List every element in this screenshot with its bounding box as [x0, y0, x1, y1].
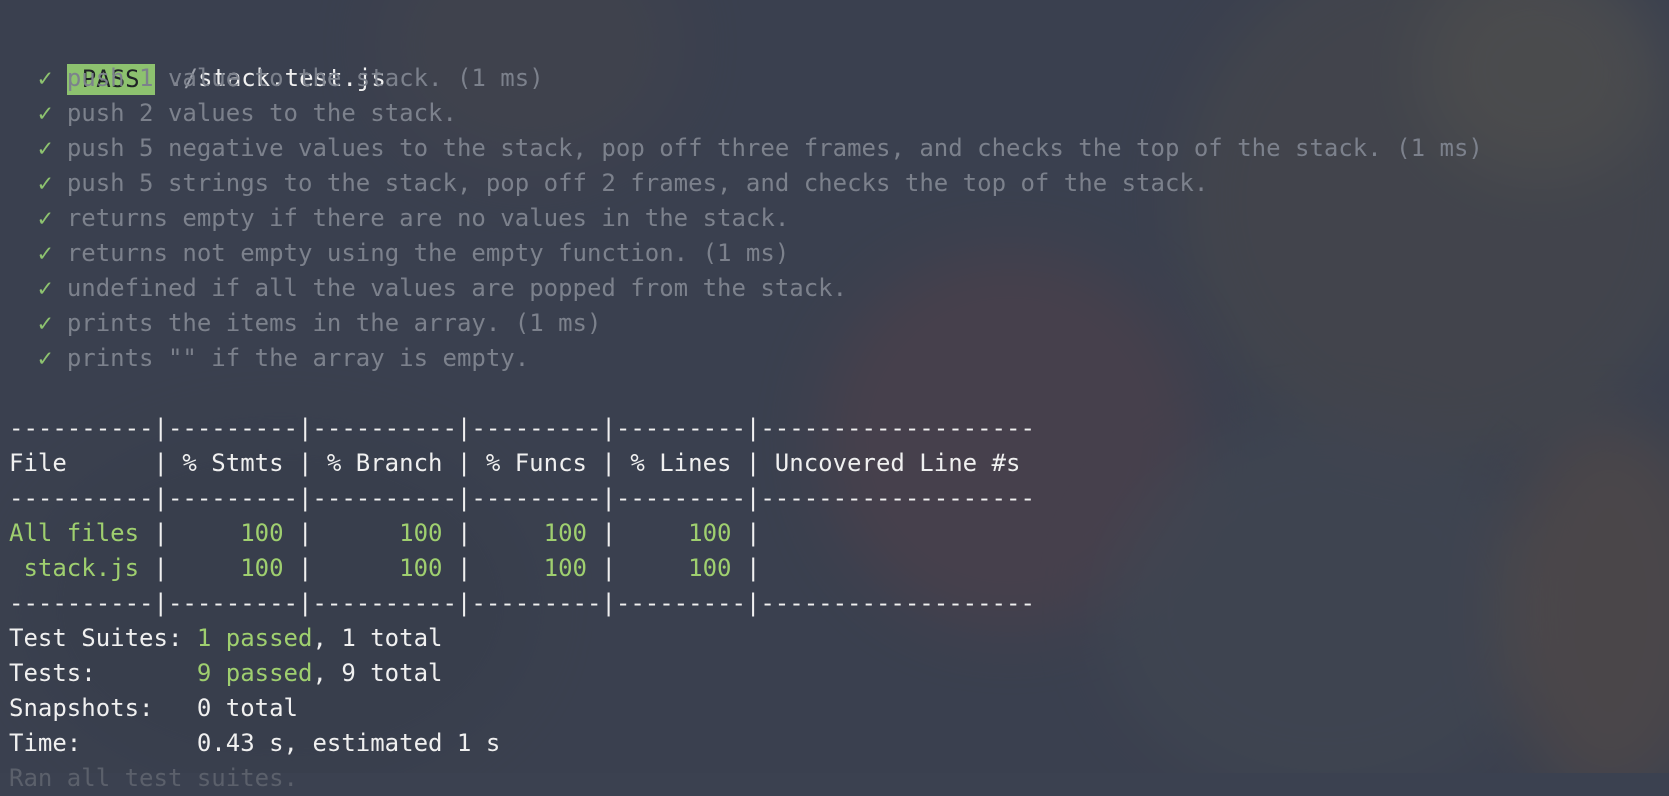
test-name: push 2 values to the stack. — [66, 99, 457, 127]
summary-test-suites: Test Suites: 1 passed, 1 total — [9, 621, 1669, 656]
coverage-separator: ----------|---------|----------|--------… — [9, 484, 1035, 512]
snapshots-label: Snapshots: — [9, 694, 197, 722]
test-summary: Test Suites: 1 passed, 1 total Tests: 9 … — [9, 621, 1669, 796]
tests-label: Tests: — [9, 659, 197, 687]
coverage-cell-lines: 100 — [615, 519, 732, 547]
suites-total: , 1 total — [312, 624, 443, 652]
coverage-cell-file: All files — [9, 519, 154, 547]
coverage-cell-lines: 100 — [615, 554, 732, 582]
snapshots-value: 0 total — [196, 694, 298, 722]
coverage-cell-funcs: 100 — [471, 554, 587, 582]
test-result-item: ✓ push 5 negative values to the stack, p… — [9, 131, 1669, 166]
coverage-cell-branch: 100 — [312, 519, 443, 547]
test-name: push 5 strings to the stack, pop off 2 f… — [66, 169, 1209, 197]
test-name: prints the items in the array. (1 ms) — [66, 309, 602, 337]
summary-tests: Tests: 9 passed, 9 total — [9, 656, 1669, 691]
test-result-item: ✓ returns empty if there are no values i… — [9, 201, 1669, 236]
coverage-row: All files | 100 | 100 | 100 | 100 | — [9, 519, 761, 547]
test-name: returns empty if there are no values in … — [66, 204, 790, 232]
coverage-cell-stmts: 100 — [167, 554, 284, 582]
suites-label: Test Suites: — [9, 624, 197, 652]
test-result-item: ✓ prints "" if the array is empty. — [9, 341, 1669, 376]
test-name: push 1 value to the stack. (1 ms) — [66, 64, 544, 92]
check-icon: ✓ — [37, 169, 53, 197]
coverage-separator: ----------|---------|----------|--------… — [9, 589, 1035, 617]
coverage-separator: ----------|---------|----------|--------… — [9, 414, 1035, 442]
test-result-item: ✓ undefined if all the values are popped… — [9, 271, 1669, 306]
test-name: undefined if all the values are popped f… — [66, 274, 848, 302]
test-results-list: ✓ push 1 value to the stack. (1 ms) ✓ pu… — [9, 61, 1669, 376]
coverage-cell-branch: 100 — [312, 554, 443, 582]
test-result-item: ✓ push 1 value to the stack. (1 ms) — [9, 61, 1669, 96]
coverage-table: ----------|---------|----------|--------… — [9, 411, 1669, 621]
test-result-item: ✓ returns not empty using the empty func… — [9, 236, 1669, 271]
coverage-cell-file: stack.js — [9, 554, 154, 582]
check-icon: ✓ — [37, 204, 53, 232]
tests-passed: 9 passed — [196, 659, 313, 687]
suites-passed: 1 passed — [196, 624, 313, 652]
check-icon: ✓ — [37, 344, 53, 372]
summary-ran-all: Ran all test suites. — [9, 764, 298, 792]
coverage-header: File | % Stmts | % Branch | % Funcs | % … — [9, 449, 1021, 477]
check-icon: ✓ — [37, 239, 53, 267]
time-value: 0.43 s, estimated 1 s — [196, 729, 501, 757]
summary-time: Time: 0.43 s, estimated 1 s — [9, 726, 1669, 761]
tests-total: , 9 total — [312, 659, 443, 687]
check-icon: ✓ — [37, 99, 53, 127]
check-icon: ✓ — [37, 64, 53, 92]
test-name: returns not empty using the empty functi… — [66, 239, 790, 267]
check-icon: ✓ — [37, 134, 53, 162]
test-result-item: ✓ prints the items in the array. (1 ms) — [9, 306, 1669, 341]
coverage-cell-stmts: 100 — [167, 519, 284, 547]
test-result-item: ✓ push 2 values to the stack. — [9, 96, 1669, 131]
check-icon: ✓ — [37, 274, 53, 302]
coverage-row: stack.js | 100 | 100 | 100 | 100 | — [9, 554, 761, 582]
test-name: push 5 negative values to the stack, pop… — [66, 134, 1483, 162]
summary-snapshots: Snapshots: 0 total — [9, 691, 1669, 726]
terminal-output[interactable]: PASS ./stack.test.js ✓ push 1 value to t… — [9, 26, 1669, 796]
test-file-header: PASS ./stack.test.js — [9, 26, 1669, 95]
test-name: prints "" if the array is empty. — [66, 344, 530, 372]
coverage-cell-funcs: 100 — [471, 519, 587, 547]
test-result-item: ✓ push 5 strings to the stack, pop off 2… — [9, 166, 1669, 201]
time-label: Time: — [9, 729, 197, 757]
check-icon: ✓ — [37, 309, 53, 337]
